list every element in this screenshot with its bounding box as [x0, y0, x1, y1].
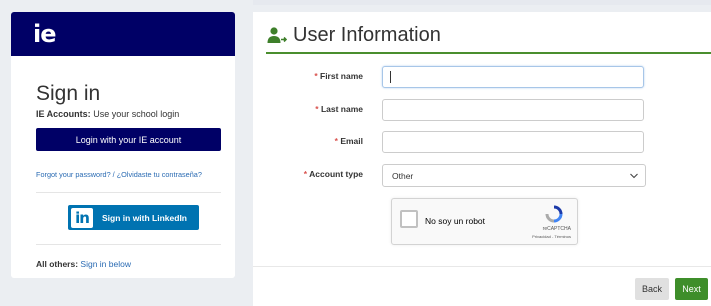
- email-row: * Email: [253, 131, 711, 155]
- signin-below-link[interactable]: Sign in below: [80, 259, 131, 269]
- account-type-label: * Account type: [304, 169, 363, 179]
- form-header: User Information: [267, 24, 441, 47]
- last-name-input[interactable]: [382, 99, 644, 121]
- required-marker: *: [303, 169, 308, 179]
- divider: [36, 244, 221, 245]
- recaptcha-label: No soy un robot: [425, 216, 486, 226]
- recaptcha-widget: No soy un robot reCAPTCHA Privacidad - T…: [391, 198, 578, 245]
- text-cursor: [390, 71, 391, 83]
- chevron-down-icon: [630, 173, 638, 179]
- ie-accounts-label: IE Accounts:: [36, 109, 91, 119]
- all-others-note: All others: Sign in below: [36, 259, 131, 269]
- account-type-row: * Account type Other: [253, 164, 711, 188]
- linkedin-icon: in: [71, 207, 93, 228]
- ie-login-button[interactable]: Login with your IE account: [36, 128, 221, 151]
- back-button[interactable]: Back: [635, 278, 669, 300]
- form-title: User Information: [293, 24, 441, 46]
- recaptcha-privacy-link[interactable]: Privacidad - Términos: [532, 234, 571, 239]
- account-type-label-text: Account type: [309, 169, 363, 179]
- first-name-input[interactable]: [382, 66, 644, 88]
- email-input[interactable]: [382, 131, 644, 153]
- linkedin-button-label: Sign in with LinkedIn: [102, 212, 187, 223]
- ie-logo: ie: [33, 20, 56, 48]
- signin-header: ie: [11, 12, 235, 56]
- divider: [36, 192, 221, 193]
- signin-title: Sign in: [36, 82, 101, 105]
- first-name-label: * First name: [314, 71, 363, 81]
- recaptcha-brand: reCAPTCHA: [542, 226, 571, 232]
- required-marker: *: [315, 104, 319, 114]
- required-marker: *: [334, 136, 338, 146]
- recaptcha-icon: [545, 205, 563, 223]
- top-strip: [253, 0, 711, 5]
- last-name-row: * Last name: [253, 99, 711, 123]
- ie-accounts-text: Use your school login: [90, 109, 180, 119]
- linkedin-signin-button[interactable]: in Sign in with LinkedIn: [68, 205, 199, 230]
- recaptcha-checkbox[interactable]: [400, 210, 418, 228]
- forgot-password-link[interactable]: Forgot your password? / ¿Olvidaste tu co…: [36, 170, 202, 179]
- next-button[interactable]: Next: [675, 278, 708, 300]
- title-underline: [266, 52, 711, 54]
- first-name-label-text: First name: [320, 71, 363, 81]
- required-marker: *: [314, 71, 318, 81]
- first-name-row: * First name: [253, 66, 711, 90]
- ie-accounts-note: IE Accounts: Use your school login: [36, 109, 179, 119]
- all-others-label: All others:: [36, 259, 79, 269]
- footer-divider: [253, 266, 711, 267]
- email-label: * Email: [335, 136, 363, 146]
- last-name-label: * Last name: [315, 104, 363, 114]
- add-user-icon: [267, 26, 287, 43]
- account-type-select[interactable]: Other: [382, 164, 646, 187]
- last-name-label-text: Last name: [320, 104, 363, 114]
- account-type-value: Other: [392, 170, 414, 181]
- email-label-text: Email: [340, 136, 363, 146]
- user-information-panel: User Information * First name * Last nam…: [253, 12, 711, 306]
- signin-panel: ie Sign in IE Accounts: Use your school …: [11, 12, 235, 278]
